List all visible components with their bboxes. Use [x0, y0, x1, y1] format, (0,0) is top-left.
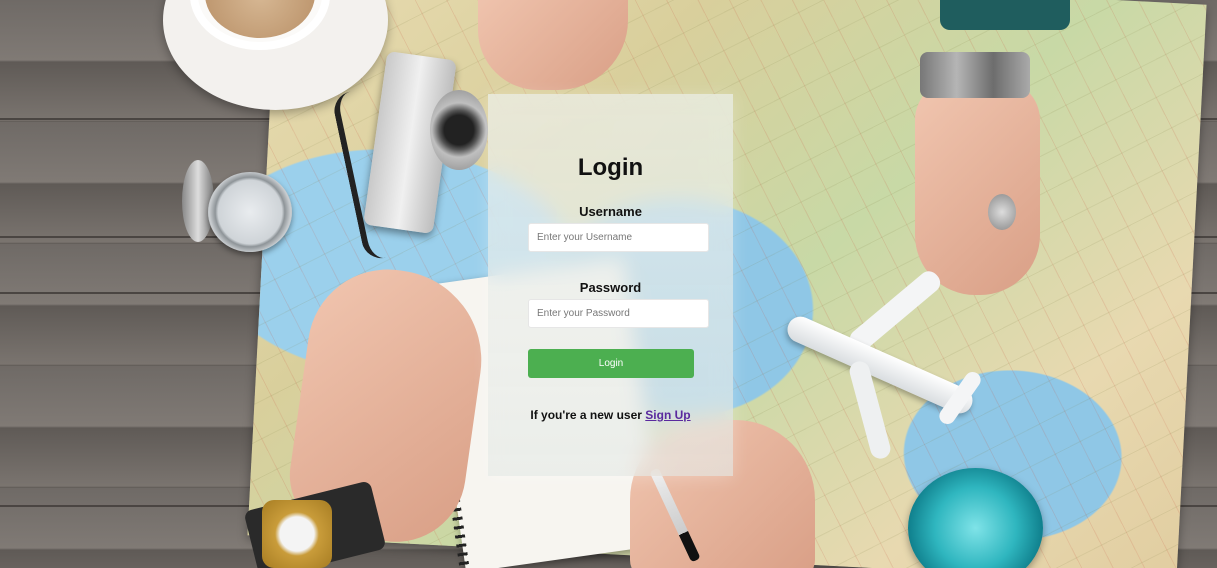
sleeve-icon: [940, 0, 1070, 30]
login-card: Login Username Password Login If you're …: [488, 94, 733, 476]
camera-lens-icon: [430, 90, 488, 170]
password-label: Password: [579, 280, 642, 295]
signup-link[interactable]: Sign Up: [645, 408, 690, 422]
compass-icon: [208, 172, 292, 252]
hand-icon: [915, 80, 1040, 295]
login-button[interactable]: Login: [528, 349, 694, 378]
bracelet-icon: [920, 52, 1030, 98]
watch-icon: [262, 500, 332, 568]
background-photo: Login Username Password Login If you're …: [0, 0, 1217, 568]
ring-icon: [988, 194, 1016, 230]
signup-prompt-text: If you're a new user: [530, 408, 642, 422]
password-input[interactable]: [528, 299, 709, 328]
username-input[interactable]: [528, 223, 709, 252]
login-title: Login: [577, 154, 644, 181]
username-label: Username: [579, 204, 642, 219]
signup-prompt: If you're a new user Sign Up: [488, 408, 733, 422]
